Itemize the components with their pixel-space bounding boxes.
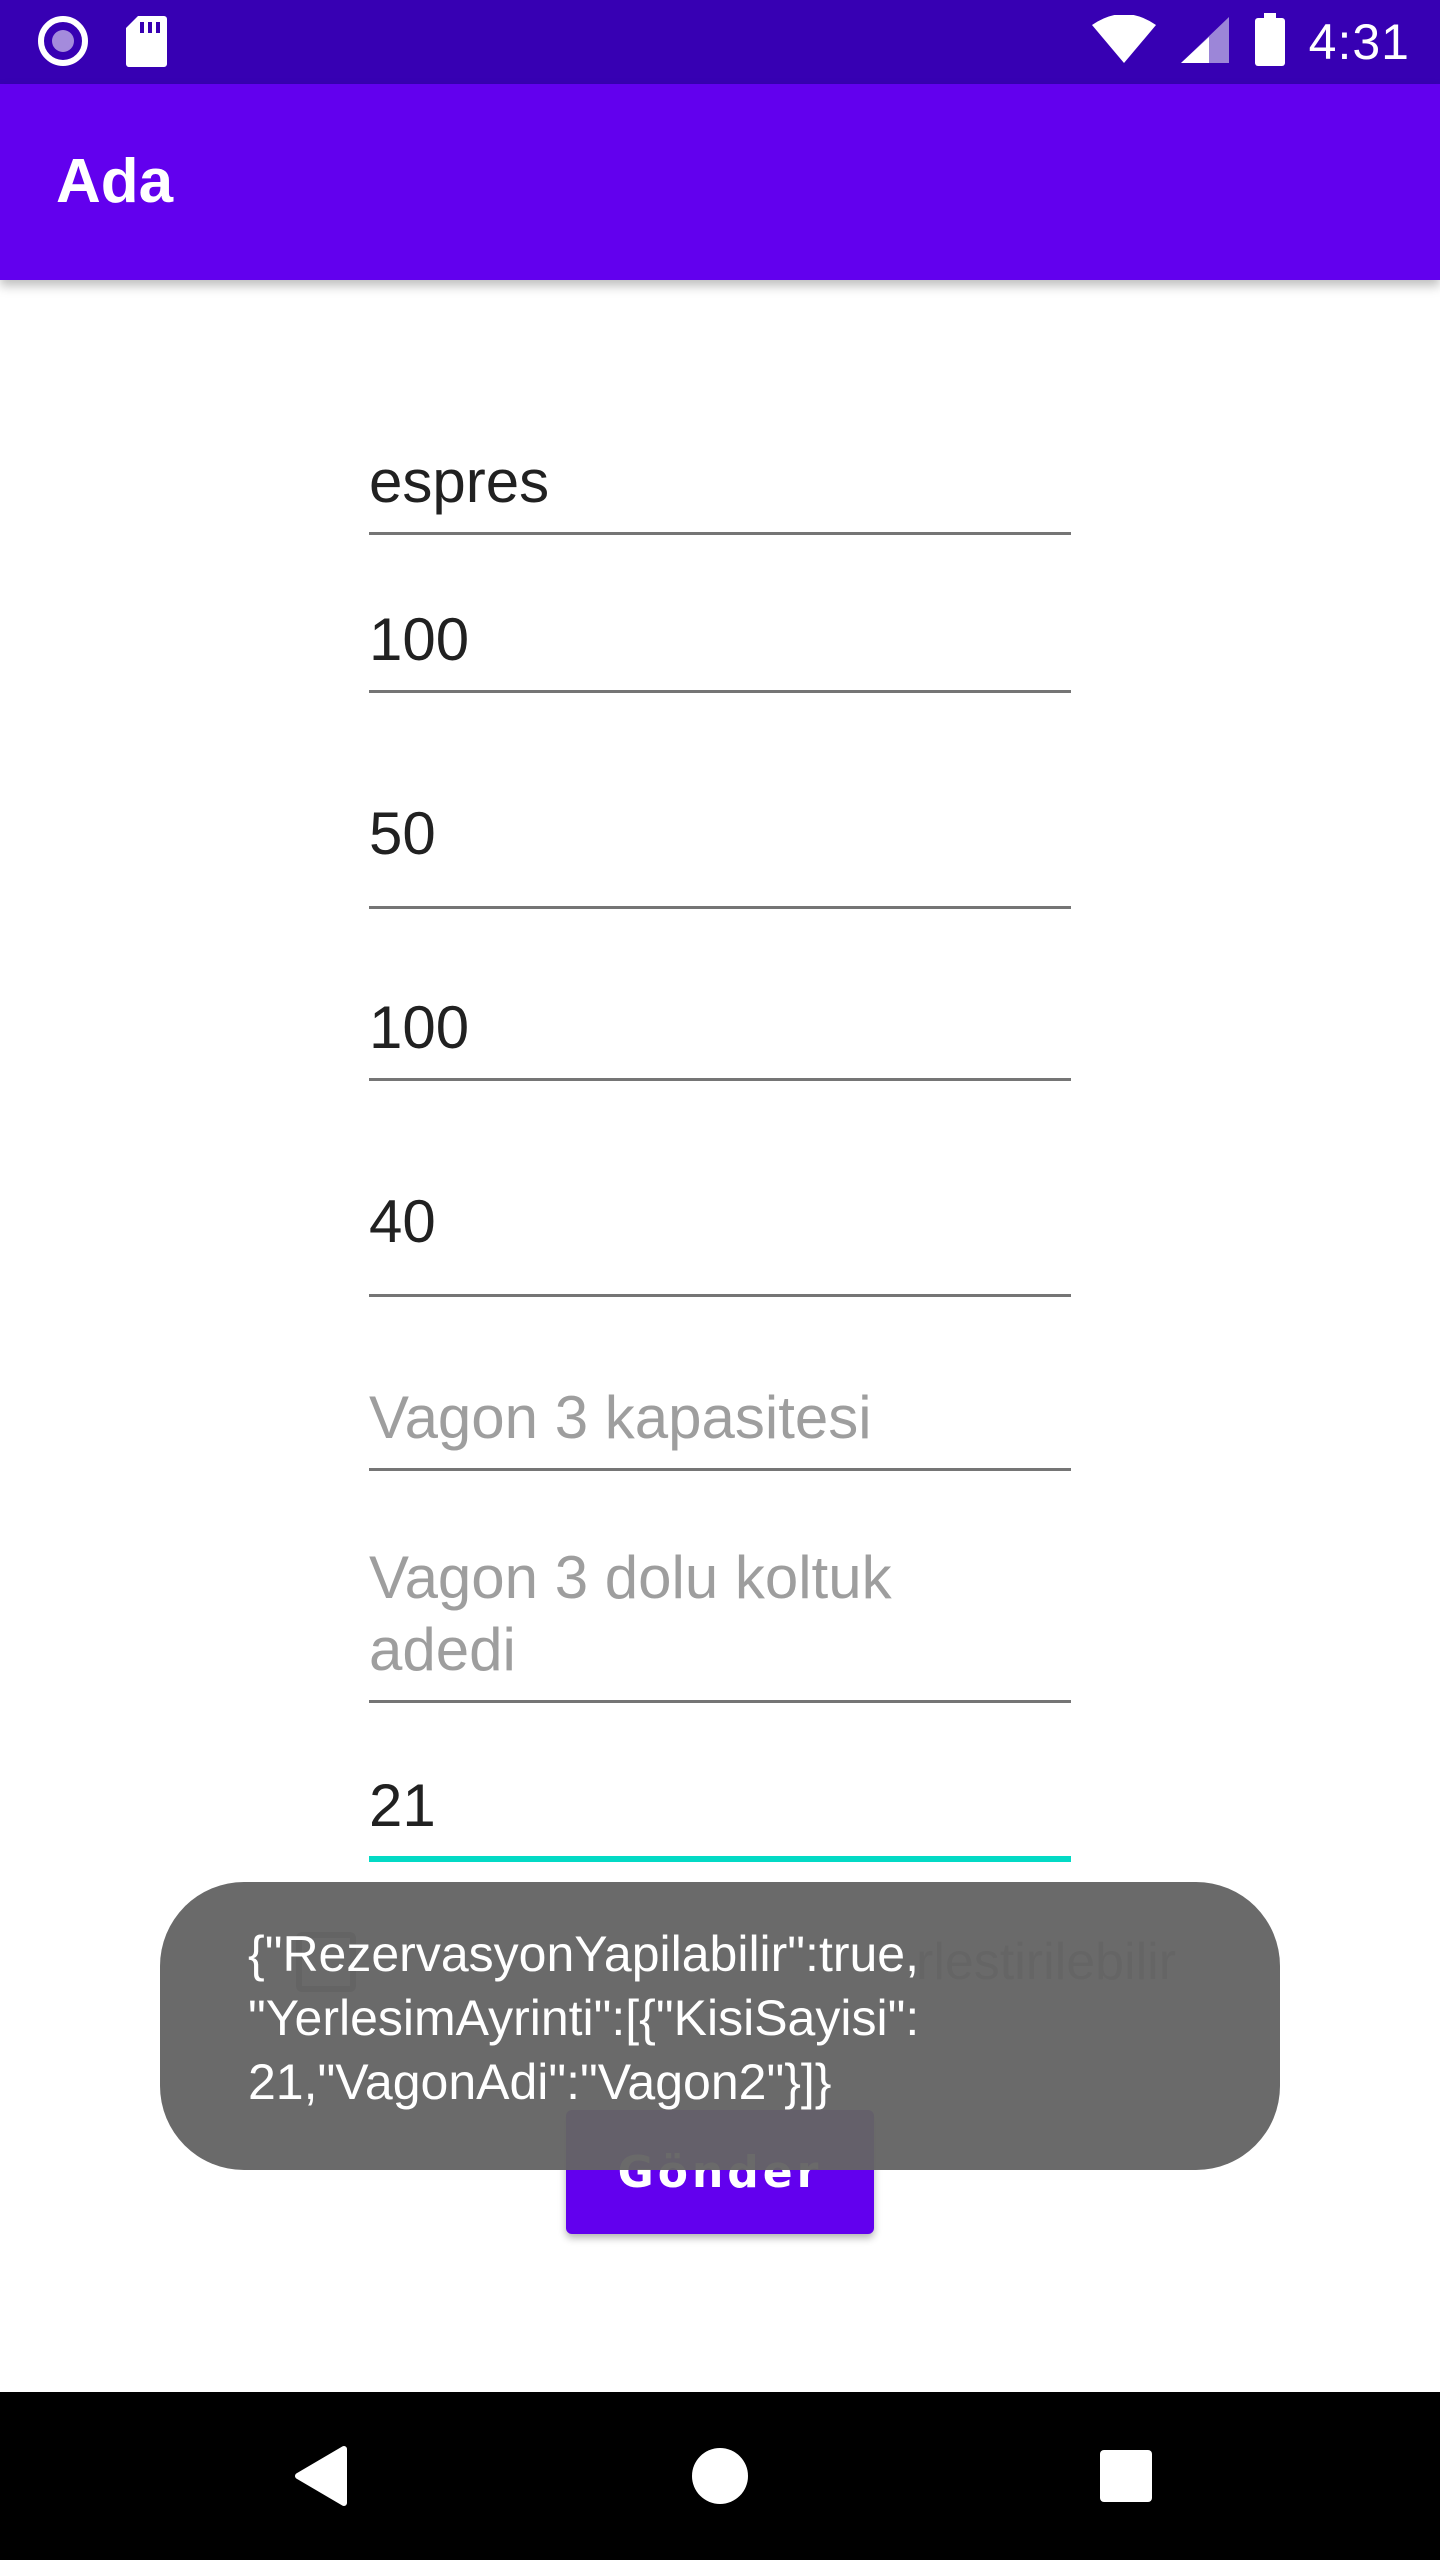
toast-line-1: {"RezervasyonYapilabilir":true, xyxy=(248,1926,919,1982)
app-title: Ada xyxy=(56,147,174,216)
wagon-3-occupied-placeholder-line1: Vagon 3 dolu koltuk xyxy=(369,1544,892,1611)
sd-card-icon xyxy=(124,14,168,72)
screen: 4:31 Ada espres 100 50 100 40 Vagon 3 ka… xyxy=(0,0,1440,2560)
system-nav-bar xyxy=(0,2392,1440,2560)
wagon-1-capacity-field[interactable]: 100 xyxy=(369,604,1071,693)
recents-icon[interactable] xyxy=(1076,2392,1176,2560)
wagon-1-occupied-field[interactable]: 50 xyxy=(369,798,1071,909)
app-bar: Ada xyxy=(0,84,1440,280)
wagon-3-occupied-field[interactable]: Vagon 3 dolu koltuk adedi xyxy=(369,1542,1071,1703)
status-time: 4:31 xyxy=(1308,14,1410,70)
toast-line-3: 21,"VagonAdi":"Vagon2"}]} xyxy=(248,2054,832,2110)
wagon-3-occupied-placeholder-line2: adedi xyxy=(369,1616,516,1683)
train-name-field[interactable]: espres xyxy=(369,446,1071,535)
passenger-count-field[interactable]: 21 xyxy=(369,1770,1071,1862)
back-icon[interactable] xyxy=(270,2392,370,2560)
toast-line-2: "YerlesimAyrinti":[{"KisiSayisi": xyxy=(248,1990,920,2046)
wagon-2-occupied-field[interactable]: 40 xyxy=(369,1186,1071,1297)
cell-signal-icon xyxy=(1179,15,1231,69)
status-bar: 4:31 xyxy=(0,0,1440,84)
battery-icon xyxy=(1253,13,1287,71)
home-icon[interactable] xyxy=(670,2392,770,2560)
wagon-3-capacity-field[interactable]: Vagon 3 kapasitesi xyxy=(369,1382,1071,1471)
response-toast: {"RezervasyonYapilabilir":true, "Yerlesi… xyxy=(160,1882,1280,2170)
wifi-icon xyxy=(1091,14,1157,69)
wagon-2-capacity-field[interactable]: 100 xyxy=(369,992,1071,1081)
notification-circle-icon xyxy=(36,14,90,72)
